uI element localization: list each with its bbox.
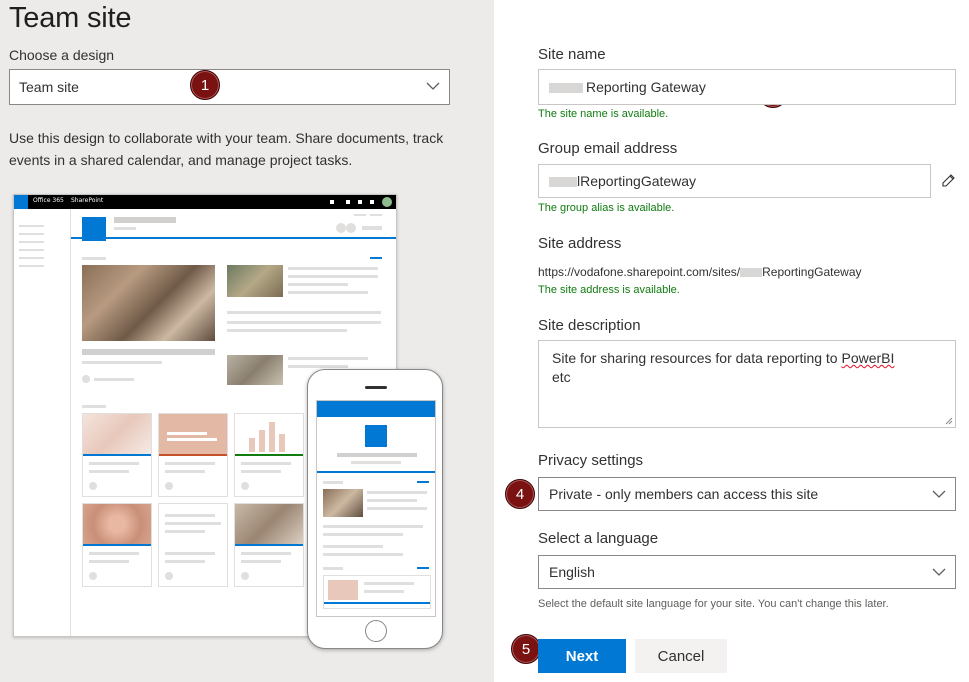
language-dropdown[interactable]: English <box>538 555 956 589</box>
site-description-textarea[interactable]: Site for sharing resources for data repo… <box>538 340 956 428</box>
design-dropdown[interactable]: Team site <box>9 69 450 105</box>
site-address-label: Site address <box>538 235 622 252</box>
phone-home-button <box>365 620 387 642</box>
site-address-value: https://vodafone.sharepoint.com/sites/Re… <box>538 265 862 279</box>
privacy-settings-label: Privacy settings <box>538 452 644 469</box>
preview-nav <box>14 209 71 636</box>
next-button[interactable]: Next <box>538 639 626 673</box>
site-description-tail: etc <box>552 369 571 385</box>
choose-design-label: Choose a design <box>9 47 115 63</box>
language-hint: Select the default site language for you… <box>538 598 889 610</box>
chevron-down-icon <box>932 490 946 498</box>
preview-sharepoint-label: SharePoint <box>71 197 104 204</box>
page-title: Team site <box>9 2 132 34</box>
chevron-down-icon <box>932 568 946 576</box>
site-address-suffix: ReportingGateway <box>762 265 862 279</box>
site-name-label: Site name <box>538 46 606 63</box>
step-marker-1: 1 <box>190 70 220 100</box>
phone-speaker <box>365 386 387 389</box>
redacted-text <box>549 83 583 94</box>
site-name-status: The site name is available. <box>538 108 669 120</box>
resize-handle-icon[interactable] <box>945 417 953 425</box>
group-email-status: The group alias is available. <box>538 202 675 214</box>
misspelled-word: PowerBI <box>841 350 895 366</box>
waffle-icon <box>14 195 28 209</box>
site-name-value: Reporting Gateway <box>586 79 706 95</box>
redacted-text <box>740 268 763 278</box>
privacy-dropdown[interactable]: Private - only members can access this s… <box>538 477 956 511</box>
step-marker-5: 5 <box>511 634 541 664</box>
chevron-down-icon <box>426 82 440 90</box>
group-email-input[interactable]: lReportingGateway <box>538 164 931 198</box>
language-dropdown-value: English <box>549 564 595 580</box>
step-marker-4: 4 <box>505 479 535 509</box>
redacted-text <box>549 177 577 188</box>
site-name-input[interactable]: Reporting Gateway <box>538 69 956 105</box>
preview-topbar: Office 365 SharePoint <box>14 195 396 209</box>
design-description: Use this design to collaborate with your… <box>9 130 444 168</box>
site-description-label: Site description <box>538 317 641 334</box>
language-label: Select a language <box>538 530 659 547</box>
privacy-dropdown-value: Private - only members can access this s… <box>549 486 819 502</box>
site-description-text: Site for sharing resources for data repo… <box>552 350 842 366</box>
preview-office-label: Office 365 <box>33 197 64 204</box>
design-dropdown-value: Team site <box>19 79 79 95</box>
phone-preview <box>307 369 443 649</box>
design-panel: Team site Choose a design Team site Use … <box>0 0 494 682</box>
site-address-status: The site address is available. <box>538 284 680 296</box>
phone-screen <box>316 400 436 617</box>
cancel-button[interactable]: Cancel <box>635 639 727 673</box>
group-email-label: Group email address <box>538 140 678 157</box>
edit-pencil-icon[interactable] <box>940 173 956 189</box>
site-address-prefix: https://vodafone.sharepoint.com/sites/ <box>538 265 741 279</box>
group-email-value: lReportingGateway <box>577 173 697 189</box>
